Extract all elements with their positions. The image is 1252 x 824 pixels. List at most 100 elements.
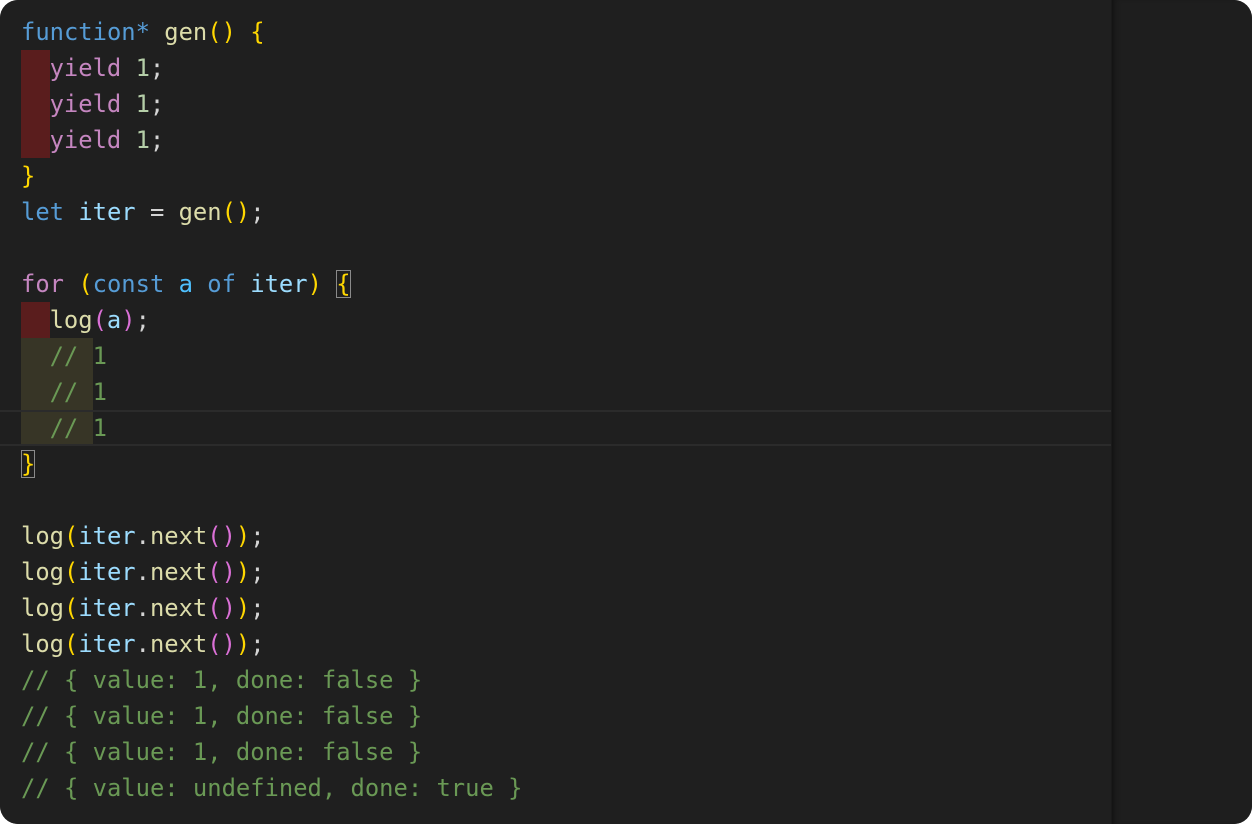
code-token: yield — [49, 90, 122, 118]
editor-window: function* gen() {yield 1; yield 1; yield 1… — [0, 0, 1252, 824]
code-line[interactable]: // { value: undefined, done: true } — [0, 770, 1111, 806]
code-token: next — [149, 594, 208, 622]
code-line[interactable]: // 1 — [0, 410, 1111, 446]
code-token: = — [135, 198, 179, 226]
code-token: next — [149, 630, 208, 658]
code-line[interactable]: // { value: 1, done: false } — [0, 698, 1111, 734]
code-token: // { value: 1, done: false } — [21, 738, 423, 766]
code-line[interactable]: // { value: 1, done: false } — [0, 662, 1111, 698]
code-line[interactable]: yield 1; — [0, 122, 1111, 158]
code-line[interactable]: log(a); — [0, 302, 1111, 338]
code-token: // { value: undefined, done: true } — [21, 774, 523, 802]
code-token: * — [135, 18, 150, 46]
code-line[interactable]: yield 1; — [0, 50, 1111, 86]
code-line[interactable]: } — [0, 158, 1111, 194]
code-token: ; — [250, 558, 265, 586]
code-token: // — [49, 338, 93, 374]
code-line[interactable]: yield 1; — [0, 86, 1111, 122]
code-token: ; — [149, 54, 165, 82]
code-token: ; — [149, 90, 165, 118]
code-token: gen — [164, 18, 208, 46]
code-line[interactable]: for (const a of iter) { — [0, 266, 1111, 302]
code-token: ; — [149, 126, 165, 154]
code-token: ) — [235, 558, 251, 586]
code-token: // { value: 1, done: false } — [21, 702, 423, 730]
code-line[interactable]: // 1 — [0, 374, 1111, 410]
code-token: iter — [78, 198, 136, 226]
code-token: () — [207, 630, 236, 658]
code-token: 1 — [135, 54, 150, 82]
code-line[interactable] — [0, 230, 1111, 266]
code-line[interactable]: log(iter.next()); — [0, 590, 1111, 626]
code-token: log — [21, 594, 64, 622]
indent-warning-marker — [21, 374, 50, 410]
code-token: yield — [49, 54, 122, 82]
code-token: // { value: 1, done: false } — [21, 666, 423, 694]
code-token: // — [49, 374, 93, 410]
code-token: ( — [63, 594, 79, 622]
code-token: iter — [250, 270, 308, 298]
indent-error-marker — [21, 50, 50, 86]
code-token: ; — [250, 594, 265, 622]
code-line[interactable]: function* gen() { — [0, 14, 1111, 50]
code-token: of — [207, 270, 236, 298]
code-editor[interactable]: function* gen() {yield 1; yield 1; yield 1… — [0, 0, 1111, 824]
code-token: . — [135, 630, 150, 658]
code-token: function — [21, 18, 136, 46]
code-token: log — [21, 522, 64, 550]
code-token: let — [21, 198, 64, 226]
code-line[interactable] — [0, 482, 1111, 518]
matched-bracket: { — [336, 270, 351, 298]
code-line[interactable]: } — [0, 446, 1111, 482]
code-token: iter — [78, 522, 136, 550]
code-line[interactable]: // 1 — [0, 338, 1111, 374]
code-token: ( — [92, 306, 107, 334]
code-token: . — [135, 558, 150, 586]
code-token: 1 — [135, 126, 150, 154]
code-token: () — [207, 18, 236, 46]
code-token: ( — [63, 522, 79, 550]
minimap[interactable] — [1111, 0, 1252, 824]
code-token: } — [21, 162, 36, 190]
code-token: ) — [121, 306, 136, 334]
code-line[interactable]: log(iter.next()); — [0, 626, 1111, 662]
code-token: () — [207, 522, 236, 550]
code-line[interactable]: log(iter.next()); — [0, 518, 1111, 554]
code-line[interactable]: // { value: 1, done: false } — [0, 734, 1111, 770]
indent-error-marker — [21, 86, 50, 122]
code-token: iter — [78, 558, 136, 586]
code-token: () — [207, 558, 236, 586]
indent-error-marker — [21, 122, 50, 158]
code-token: ) — [235, 630, 251, 658]
code-token: next — [149, 522, 208, 550]
code-token: for — [21, 270, 64, 298]
code-token: ) — [235, 522, 251, 550]
code-line[interactable]: let iter = gen(); — [0, 194, 1111, 230]
code-token: . — [135, 594, 150, 622]
code-token: () — [221, 198, 251, 226]
code-token: a — [106, 306, 122, 334]
code-token: 1 — [92, 342, 107, 370]
code-token: iter — [78, 630, 136, 658]
code-token: ) — [235, 594, 251, 622]
code-line[interactable]: log(iter.next()); — [0, 554, 1111, 590]
code-token: ) — [307, 270, 322, 298]
code-token: 1 — [92, 378, 107, 406]
code-token: // — [49, 412, 93, 444]
code-token: log — [21, 558, 64, 586]
indent-error-marker — [21, 302, 50, 338]
indent-warning-marker — [21, 338, 50, 374]
code-token: const — [92, 270, 165, 298]
code-token: log — [49, 306, 93, 334]
code-token: a — [178, 270, 193, 298]
code-lines: function* gen() {yield 1; yield 1; yield 1… — [0, 14, 1111, 806]
code-token: iter — [78, 594, 136, 622]
